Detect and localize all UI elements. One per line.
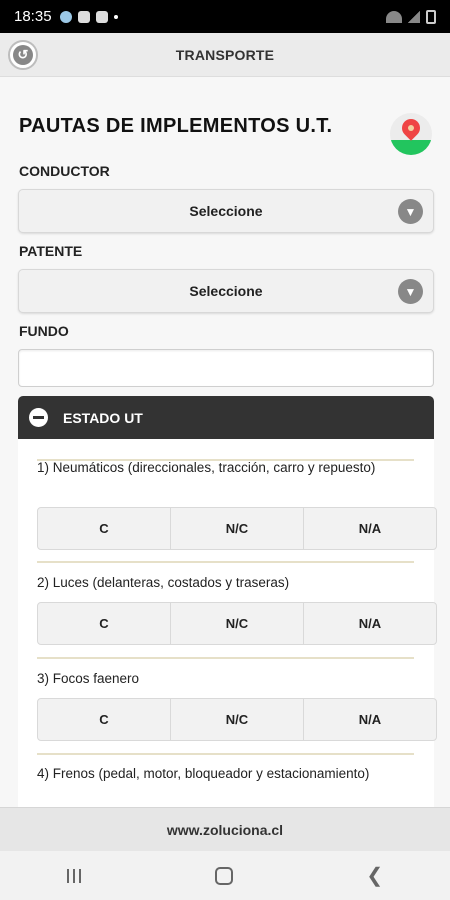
recents-icon[interactable] bbox=[66, 868, 81, 883]
question-divider bbox=[37, 657, 414, 659]
signal-icon bbox=[408, 10, 420, 23]
collapse-minus-icon bbox=[29, 408, 48, 427]
home-icon[interactable] bbox=[214, 866, 233, 885]
fundo-label: FUNDO bbox=[19, 323, 69, 339]
option-c-button[interactable]: C bbox=[38, 699, 171, 740]
option-na-button[interactable]: N/A bbox=[304, 603, 436, 644]
wifi-icon bbox=[386, 10, 402, 23]
image-icon bbox=[77, 10, 90, 23]
app-bar-title: TRANSPORTE bbox=[175, 46, 275, 63]
question-text: 4) Frenos (pedal, motor, bloqueador y es… bbox=[37, 766, 370, 781]
question-divider bbox=[37, 561, 414, 563]
more-notifications-icon bbox=[113, 14, 118, 19]
globe-icon bbox=[59, 10, 72, 23]
fundo-field[interactable] bbox=[18, 349, 434, 387]
footer: www.zoluciona.cl bbox=[0, 807, 450, 851]
system-nav-bar: ❮ bbox=[0, 851, 450, 900]
footer-link[interactable]: www.zoluciona.cl bbox=[167, 822, 283, 838]
back-nav-icon[interactable]: ❮ bbox=[366, 863, 383, 888]
question-text: 1) Neumáticos (direccionales, tracción, … bbox=[37, 460, 376, 475]
map-pin-dot bbox=[408, 125, 414, 131]
status-bar: 18:35 bbox=[0, 0, 450, 33]
chevron-down-icon: ▼ bbox=[398, 199, 423, 224]
question-2-options: C N/C N/A bbox=[37, 602, 437, 645]
chevron-down-icon: ▼ bbox=[398, 279, 423, 304]
section-title: ESTADO UT bbox=[63, 409, 143, 426]
status-time: 18:35 bbox=[14, 8, 52, 25]
logo-ground bbox=[390, 140, 432, 155]
question-1-options: C N/C N/A bbox=[37, 507, 437, 550]
patente-select-value: Seleccione bbox=[189, 283, 263, 299]
location-logo-icon bbox=[390, 113, 432, 155]
conductor-select-value: Seleccione bbox=[189, 203, 263, 219]
paw-icon bbox=[95, 10, 108, 23]
page-title: PAUTAS DE IMPLEMENTOS U.T. bbox=[19, 115, 333, 137]
option-c-button[interactable]: C bbox=[38, 603, 171, 644]
battery-icon bbox=[426, 9, 436, 24]
form-content[interactable]: PAUTAS DE IMPLEMENTOS U.T. CONDUCTOR Sel… bbox=[0, 77, 450, 807]
back-button[interactable]: ↺ bbox=[8, 40, 38, 70]
app-bar: ↺ TRANSPORTE bbox=[0, 33, 450, 77]
question-divider bbox=[37, 753, 414, 755]
question-3-options: C N/C N/A bbox=[37, 698, 437, 741]
option-nc-button[interactable]: N/C bbox=[171, 508, 304, 549]
question-text: 2) Luces (delanteras, costados y trasera… bbox=[37, 575, 290, 590]
conductor-label: CONDUCTOR bbox=[19, 163, 110, 179]
option-nc-button[interactable]: N/C bbox=[171, 699, 304, 740]
patente-label: PATENTE bbox=[19, 243, 83, 259]
option-nc-button[interactable]: N/C bbox=[171, 603, 304, 644]
question-text: 3) Focos faenero bbox=[37, 671, 140, 686]
back-arrow-icon: ↺ bbox=[13, 45, 33, 65]
notification-icons bbox=[59, 10, 118, 23]
option-na-button[interactable]: N/A bbox=[304, 699, 436, 740]
system-icons bbox=[386, 9, 436, 24]
estado-ut-section-header[interactable]: ESTADO UT bbox=[18, 396, 434, 439]
conductor-select[interactable]: Seleccione ▼ bbox=[18, 189, 434, 233]
patente-select[interactable]: Seleccione ▼ bbox=[18, 269, 434, 313]
option-na-button[interactable]: N/A bbox=[304, 508, 436, 549]
option-c-button[interactable]: C bbox=[38, 508, 171, 549]
